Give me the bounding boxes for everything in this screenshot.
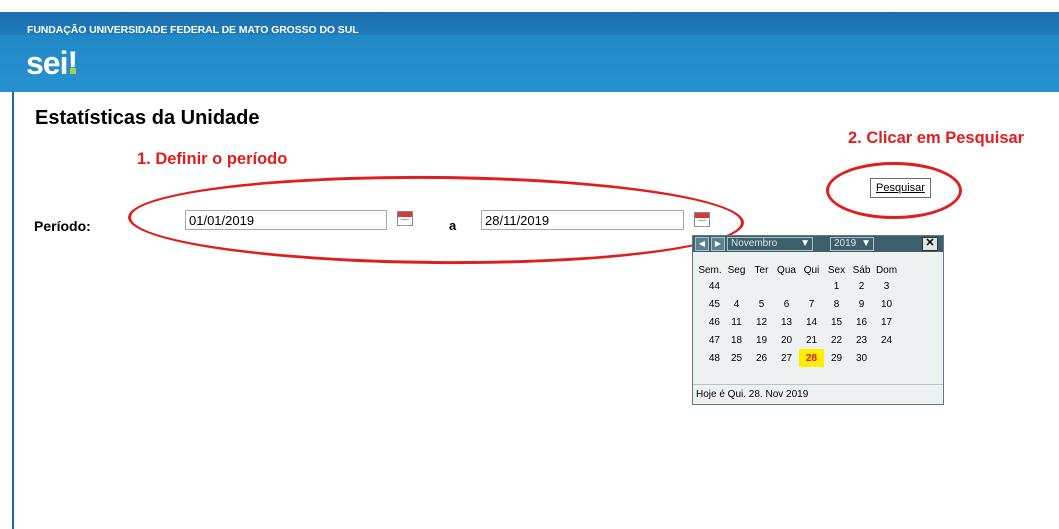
calendar-day[interactable]: 8 [824,295,849,313]
annotation-ellipse-search [826,162,962,219]
calendar-weekday-header: Sem. [698,264,722,276]
calendar-week-row: 47 18 19 20 21 22 23 24 [696,331,899,349]
calendar-day[interactable]: 30 [849,349,874,367]
close-icon[interactable]: ✕ [922,237,938,251]
calendar-day[interactable]: 4 [724,295,749,313]
calendar-day[interactable]: 21 [799,331,824,349]
calendar-grid: Sem. Seg Ter Qua Qui Sex Sáb Dom 44 1 2 3 45 4 5 6 7 8 9 1… [696,263,899,367]
calendar-day[interactable]: 29 [824,349,849,367]
calendar-day[interactable]: 18 [724,331,749,349]
calendar-week-number: 47 [708,334,720,346]
period-label: Período: [34,218,91,234]
calendar-day[interactable]: 1 [824,277,849,295]
year-select[interactable]: 2019 ▼ [830,237,874,251]
calendar-weekday-header: Dom [875,264,898,276]
month-select[interactable]: Novembro ▼ [727,237,813,251]
calendar-day[interactable]: 9 [849,295,874,313]
calendar-week-row: 48 25 26 27 28 29 30 [696,349,899,367]
calendar-day[interactable]: 11 [724,313,749,331]
page-title: Estatísticas da Unidade [35,107,260,129]
calendar-day[interactable]: 20 [774,331,799,349]
calendar-day[interactable]: 3 [874,277,899,295]
calendar-day[interactable]: 13 [774,313,799,331]
calendar-day[interactable]: 22 [824,331,849,349]
calendar-weekday-header: Sex [827,264,846,276]
chevron-down-icon: ▼ [800,238,810,249]
today-label[interactable]: Hoje é Qui. 28. Nov 2019 [693,384,943,404]
annotation-step-2: 2. Clicar em Pesquisar [848,129,1025,147]
calendar-day[interactable]: 7 [799,295,824,313]
previous-month-button[interactable]: ◀ [695,237,709,251]
date-picker-popup: ◀ ▶ Novembro ▼ 2019 ▼ ✕ Sem. Seg Ter Qua Qui Se… [692,235,944,405]
calendar-empty-cell [774,277,799,295]
calendar-day[interactable]: 24 [874,331,899,349]
calendar-day[interactable]: 2 [849,277,874,295]
calendar-week-number: 48 [708,352,720,364]
calendar-day[interactable]: 15 [824,313,849,331]
calendar-day[interactable]: 26 [749,349,774,367]
calendar-week-number: 46 [708,316,720,328]
calendar-empty-cell [724,277,749,295]
calendar-day[interactable]: 5 [749,295,774,313]
calendar-weekday-header: Sáb [852,264,871,276]
annotation-step-1: 1. Definir o período [137,150,288,168]
calendar-empty-cell [799,277,824,295]
calendar-day[interactable]: 23 [849,331,874,349]
calendar-day[interactable]: 27 [774,349,799,367]
calendar-day[interactable]: 17 [874,313,899,331]
calendar-day[interactable]: 10 [874,295,899,313]
calendar-day[interactable]: 12 [749,313,774,331]
calendar-weekday-header: Qua [777,264,796,276]
calendar-empty-cell [874,349,899,367]
calendar-day[interactable]: 16 [849,313,874,331]
calendar-week-row: 46 11 12 13 14 15 16 17 [696,313,899,331]
content-left-border [12,92,14,529]
organization-name: FUNDAÇÃO UNIVERSIDADE FEDERAL DE MATO GR… [27,24,359,36]
calendar-weekday-header: Ter [754,264,769,276]
calendar-week-number: 44 [708,280,720,292]
calendar-week-row: 45 4 5 6 7 8 9 10 [696,295,899,313]
calendar-week-number: 45 [708,298,720,310]
sei-logo[interactable]: sei! [26,45,78,82]
next-month-button[interactable]: ▶ [711,237,725,251]
calendar-day[interactable]: 28 [799,349,824,367]
annotation-ellipse-period [127,173,745,267]
calendar-day[interactable]: 6 [774,295,799,313]
calendar-week-row: 44 1 2 3 [696,277,899,295]
calendar-day[interactable]: 19 [749,331,774,349]
calendar-weekday-header: Qui [803,264,820,276]
logo-text: sei [26,45,68,81]
chevron-down-icon: ▼ [861,238,871,249]
calendar-weekday-header: Seg [727,264,746,276]
calendar-empty-cell [749,277,774,295]
calendar-day[interactable]: 25 [724,349,749,367]
logo-bang: ! [67,45,78,81]
calendar-day[interactable]: 14 [799,313,824,331]
